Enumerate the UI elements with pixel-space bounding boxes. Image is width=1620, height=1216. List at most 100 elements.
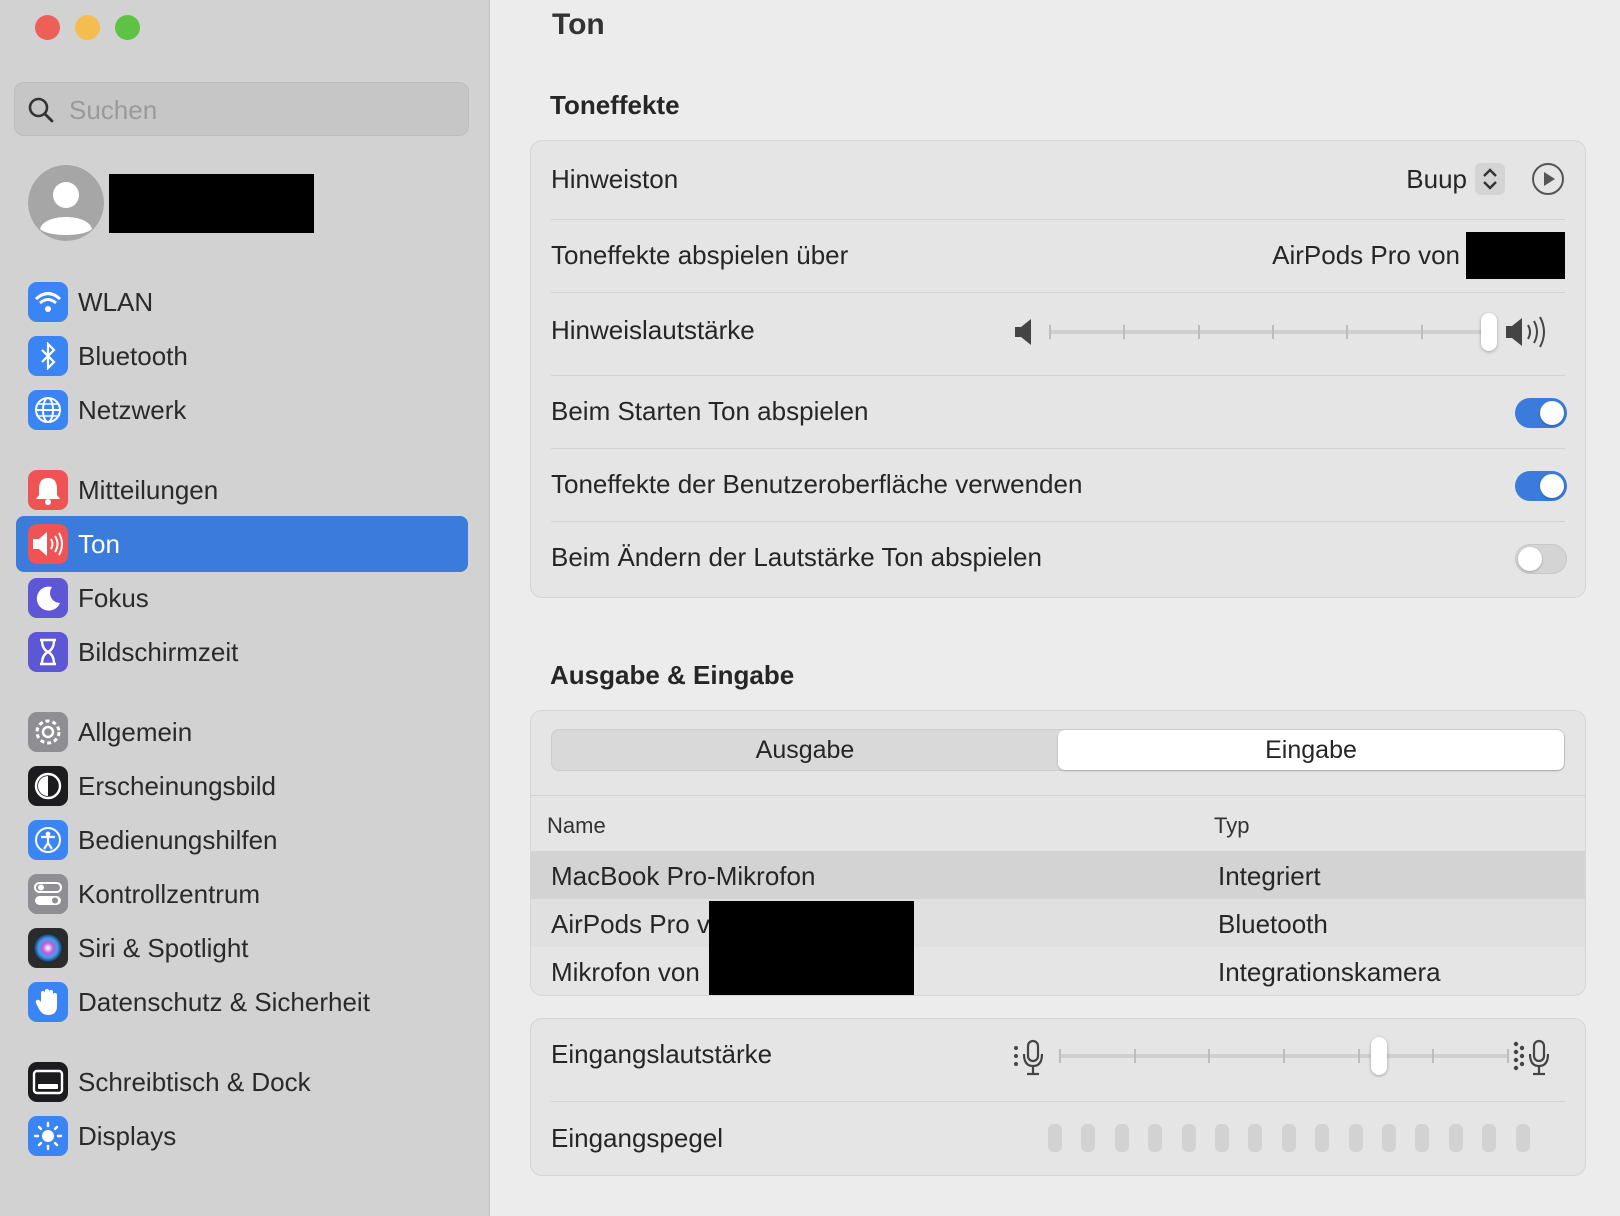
sun-icon xyxy=(28,1116,68,1156)
level-bar xyxy=(1382,1124,1396,1152)
sidebar-item-kontrollzentrum[interactable]: Kontrollzentrum xyxy=(16,866,468,922)
slider-tick xyxy=(1049,325,1051,339)
control-center-icon xyxy=(28,874,68,914)
level-bar xyxy=(1281,1124,1296,1152)
volume-feedback-toggle[interactable] xyxy=(1515,544,1567,574)
io-card: Ausgabe Eingabe Name Typ MacBook Pro-Mik… xyxy=(530,710,1586,996)
play-through-label: Toneffekte abspielen über xyxy=(551,240,849,270)
level-bar xyxy=(1048,1124,1062,1152)
level-bar xyxy=(1315,1124,1330,1152)
close-window-button[interactable] xyxy=(35,15,60,40)
table-row[interactable]: MacBook Pro-Mikrofon Integriert xyxy=(531,851,1585,899)
input-level-label: Eingangspegel xyxy=(551,1123,724,1153)
sidebar-item-erscheinungsbild[interactable]: Erscheinungsbild xyxy=(16,758,468,814)
slider-tick xyxy=(1059,1049,1061,1063)
sidebar-item-mitteilungen[interactable]: Mitteilungen xyxy=(16,462,468,518)
slider-thumb[interactable] xyxy=(1371,1037,1388,1075)
column-header-name[interactable]: Name xyxy=(547,813,606,839)
sidebar-item-label: Bedienungshilfen xyxy=(78,825,278,855)
sidebar-item-bedienungshilfen[interactable]: Bedienungshilfen xyxy=(16,812,468,868)
device-name: AirPods Pro v xyxy=(551,909,710,939)
appearance-icon xyxy=(28,766,68,806)
level-bar xyxy=(1482,1124,1497,1152)
ui-effects-label: Toneffekte der Benutzeroberfläche verwen… xyxy=(551,469,1083,499)
sidebar-item-bildschirmzeit[interactable]: Bildschirmzeit xyxy=(16,624,468,680)
redacted-username xyxy=(109,174,314,233)
siri-icon xyxy=(28,928,68,968)
level-bar xyxy=(1348,1124,1363,1152)
sidebar-item-siri-spotlight[interactable]: Siri & Spotlight xyxy=(16,920,468,976)
slider-tick xyxy=(1272,325,1274,339)
sidebar-item-label: Erscheinungsbild xyxy=(78,771,277,801)
table-row[interactable]: Mikrofon von Integrationskamera xyxy=(531,947,1585,995)
hand-icon xyxy=(28,982,68,1022)
effects-card: Hinweiston Buup Toneffekte abspielen übe… xyxy=(530,140,1586,598)
redacted-device-owner xyxy=(1466,232,1565,279)
page-title: Ton xyxy=(552,8,605,41)
slider-tick xyxy=(1420,325,1423,339)
ui-effects-toggle[interactable] xyxy=(1515,471,1567,501)
alert-sound-label: Hinweiston xyxy=(551,164,679,194)
sidebar-item-schreibtisch-dock[interactable]: Schreibtisch & Dock xyxy=(16,1054,468,1110)
tab-eingabe[interactable]: Eingabe xyxy=(1058,730,1564,770)
microphone-low-icon xyxy=(1014,1039,1044,1076)
sidebar-item-label: Bluetooth xyxy=(78,341,188,371)
globe-icon xyxy=(28,390,68,430)
minimize-window-button[interactable] xyxy=(75,15,100,40)
search-icon xyxy=(28,97,54,123)
sidebar-item-label: Mitteilungen xyxy=(78,475,219,505)
alert-volume-slider[interactable] xyxy=(1049,311,1497,353)
level-bar xyxy=(1248,1124,1263,1152)
slider-thumb[interactable] xyxy=(1481,313,1497,351)
slider-tick xyxy=(1507,1049,1509,1063)
input-volume-slider[interactable] xyxy=(1059,1035,1509,1077)
sidebar-item-label: Schreibtisch & Dock xyxy=(78,1067,311,1097)
user-icon xyxy=(28,165,104,241)
chevron-updown-icon xyxy=(1475,163,1505,195)
sidebar-item-displays[interactable]: Displays xyxy=(16,1108,468,1164)
sidebar-item-bluetooth[interactable]: Bluetooth xyxy=(16,328,468,384)
slider-tick xyxy=(1283,1049,1285,1063)
sidebar-item-ton[interactable]: Ton xyxy=(16,516,468,572)
volume-feedback-label: Beim Ändern der Lautstärke Ton abspielen xyxy=(551,542,1042,572)
sidebar-item-label: Datenschutz & Sicherheit xyxy=(78,987,370,1017)
sidebar-item-netzwerk[interactable]: Netzwerk xyxy=(16,382,468,438)
search-input[interactable] xyxy=(67,83,461,137)
alert-volume-row: Hinweislautstärke xyxy=(531,293,1585,375)
search-field[interactable] xyxy=(14,82,469,137)
play-through-row[interactable]: Toneffekte abspielen über AirPods Pro vo… xyxy=(531,220,1585,292)
main-content: Ton Toneffekte Hinweiston Buup Toneffekt… xyxy=(490,0,1620,1216)
play-through-value: AirPods Pro von xyxy=(1272,240,1460,270)
level-bar xyxy=(1215,1124,1229,1152)
play-icon[interactable] xyxy=(1531,162,1565,196)
sidebar-item-wlan[interactable]: WLAN xyxy=(16,274,468,330)
startup-sound-toggle[interactable] xyxy=(1515,398,1567,428)
slider-tick xyxy=(1208,1049,1211,1063)
tab-ausgabe[interactable]: Ausgabe xyxy=(552,730,1058,770)
sidebar-item-label: Bildschirmzeit xyxy=(78,637,239,667)
sidebar-item-label: Netzwerk xyxy=(78,395,187,425)
sidebar-item-datenschutz-sicherheit[interactable]: Datenschutz & Sicherheit xyxy=(16,974,468,1030)
accessibility-icon xyxy=(28,820,68,860)
sidebar-item-label: Siri & Spotlight xyxy=(78,933,249,963)
input-volume-label: Eingangslautstärke xyxy=(551,1039,773,1069)
device-name: Mikrofon von xyxy=(551,957,700,987)
avatar[interactable] xyxy=(28,165,104,241)
zoom-window-button[interactable] xyxy=(115,15,140,40)
startup-sound-label: Beim Starten Ton abspielen xyxy=(551,396,869,426)
sidebar-item-label: Allgemein xyxy=(78,717,193,747)
column-header-type[interactable]: Typ xyxy=(1214,813,1249,839)
slider-tick xyxy=(1346,325,1349,339)
level-bar xyxy=(1415,1124,1430,1152)
sidebar-item-allgemein[interactable]: Allgemein xyxy=(16,704,468,760)
dock-icon xyxy=(28,1062,68,1102)
section-title-effects: Toneffekte xyxy=(550,90,680,120)
device-type: Integrationskamera xyxy=(1218,957,1441,987)
separator xyxy=(531,795,1585,796)
hourglass-icon xyxy=(28,632,68,672)
device-name: MacBook Pro-Mikrofon xyxy=(551,861,816,891)
alert-sound-select[interactable]: Buup xyxy=(1406,159,1505,199)
table-row[interactable]: AirPods Pro v Bluetooth xyxy=(531,899,1585,947)
sidebar-item-fokus[interactable]: Fokus xyxy=(16,570,468,626)
sidebar-item-label: Fokus xyxy=(78,583,149,613)
